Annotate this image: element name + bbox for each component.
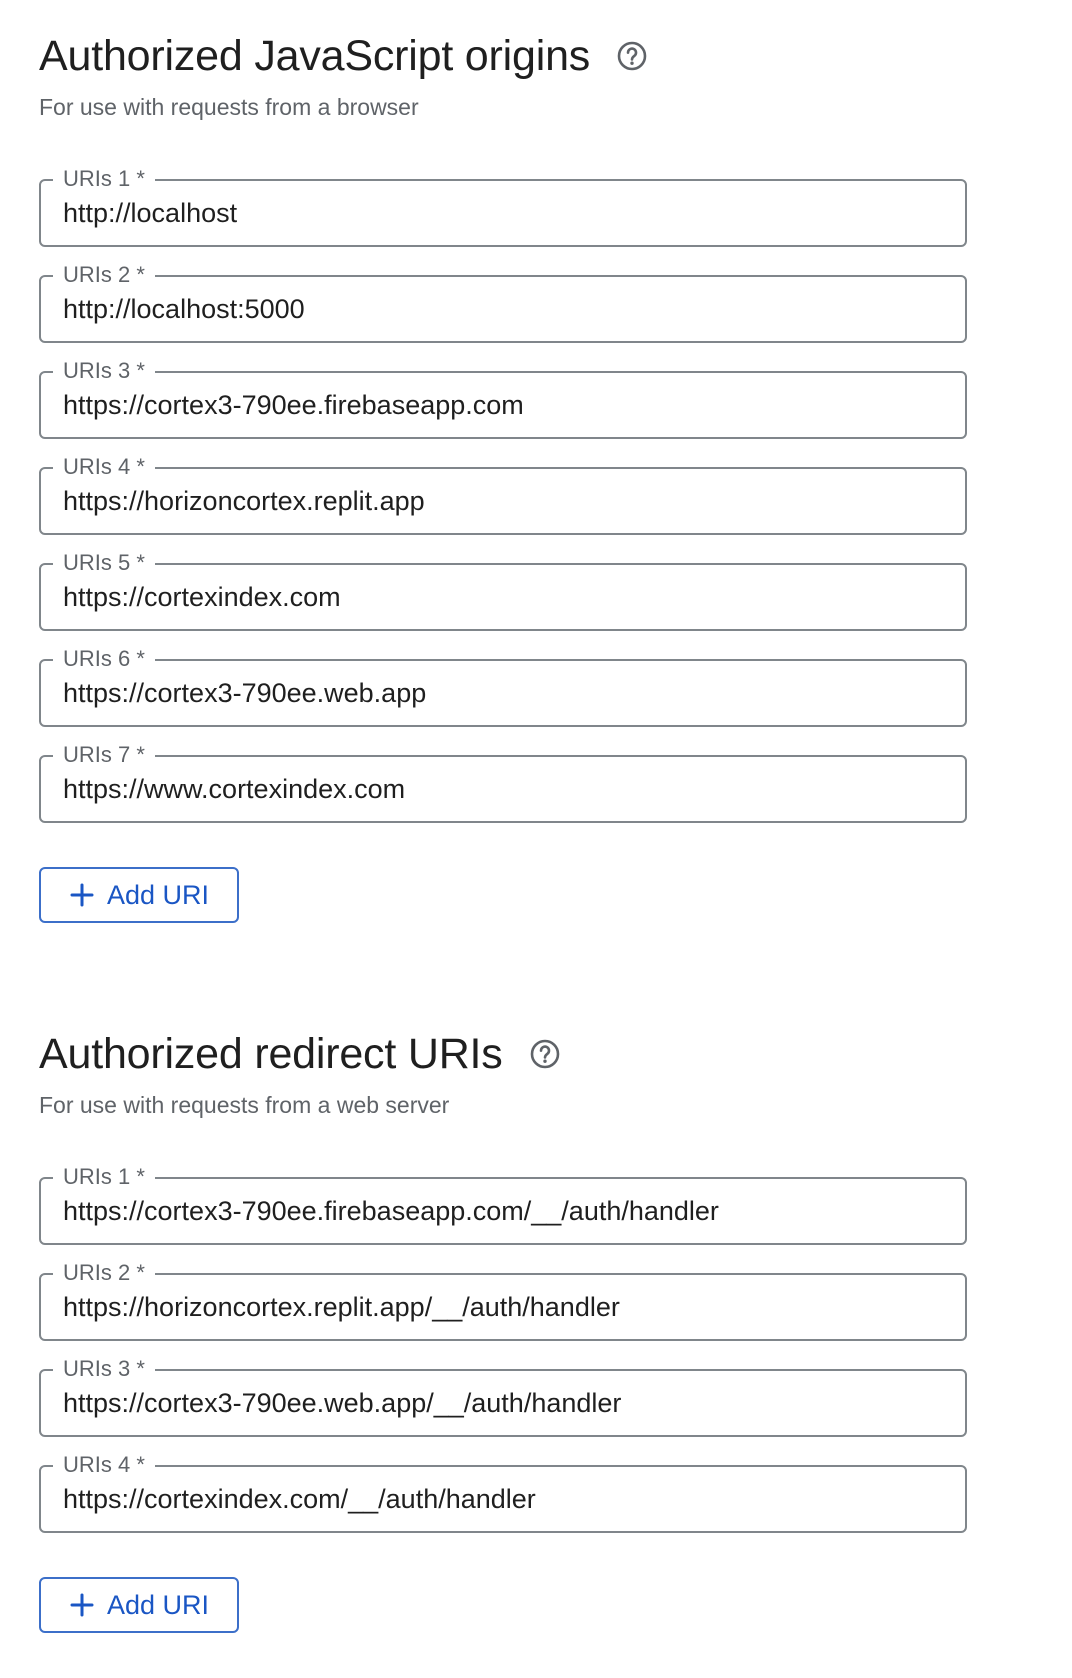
add-origin-uri-button[interactable]: Add URI: [39, 867, 239, 923]
redirect-uris-subtitle: For use with requests from a web server: [39, 1092, 450, 1118]
uri-field: URIs 4 *: [39, 453, 967, 535]
help-circle-icon[interactable]: [616, 40, 648, 72]
uri-field: URIs 3 *: [39, 357, 967, 439]
add-uri-label: Add URI: [106, 1589, 210, 1620]
uri-input[interactable]: [63, 1179, 943, 1243]
redirect-uris-field-list: URIs 1 * URIs 2 * URIs 3 * URIs 4 *: [39, 1163, 969, 1533]
uri-input[interactable]: [63, 277, 943, 341]
redirect-uris-title: Authorized redirect URIs: [39, 1029, 503, 1078]
uri-field: URIs 7 *: [39, 741, 967, 823]
uri-input[interactable]: [63, 373, 943, 437]
help-circle-icon[interactable]: [529, 1038, 561, 1070]
uri-field: URIs 2 *: [39, 261, 967, 343]
uri-input[interactable]: [63, 757, 943, 821]
js-origins-header: Authorized JavaScript origins: [39, 28, 969, 84]
uri-field: URIs 6 *: [39, 645, 967, 727]
uri-field: URIs 5 *: [39, 549, 967, 631]
uri-field: URIs 1 *: [39, 1163, 967, 1245]
redirect-uris-section: Authorized redirect URIs For use with re…: [39, 1026, 969, 1633]
plus-icon: [69, 1592, 95, 1618]
js-origins-field-list: URIs 1 * URIs 2 * URIs 3 * URIs 4 * URIs…: [39, 165, 969, 823]
js-origins-title: Authorized JavaScript origins: [39, 31, 591, 80]
add-uri-label: Add URI: [106, 879, 210, 910]
uri-input[interactable]: [63, 661, 943, 725]
uri-field: URIs 2 *: [39, 1259, 967, 1341]
js-origins-subtitle: For use with requests from a browser: [39, 94, 419, 120]
uri-field: URIs 1 *: [39, 165, 967, 247]
uri-field: URIs 3 *: [39, 1355, 967, 1437]
uri-field: URIs 4 *: [39, 1451, 967, 1533]
redirect-uris-header: Authorized redirect URIs: [39, 1026, 969, 1082]
uri-input[interactable]: [63, 1275, 943, 1339]
uri-input[interactable]: [63, 1467, 943, 1531]
js-origins-section: Authorized JavaScript origins For use wi…: [39, 28, 969, 923]
plus-icon: [69, 882, 95, 908]
uri-input[interactable]: [63, 1371, 943, 1435]
uri-input[interactable]: [63, 181, 943, 245]
uri-input[interactable]: [63, 469, 943, 533]
add-redirect-uri-button[interactable]: Add URI: [39, 1577, 239, 1633]
uri-input[interactable]: [63, 565, 943, 629]
